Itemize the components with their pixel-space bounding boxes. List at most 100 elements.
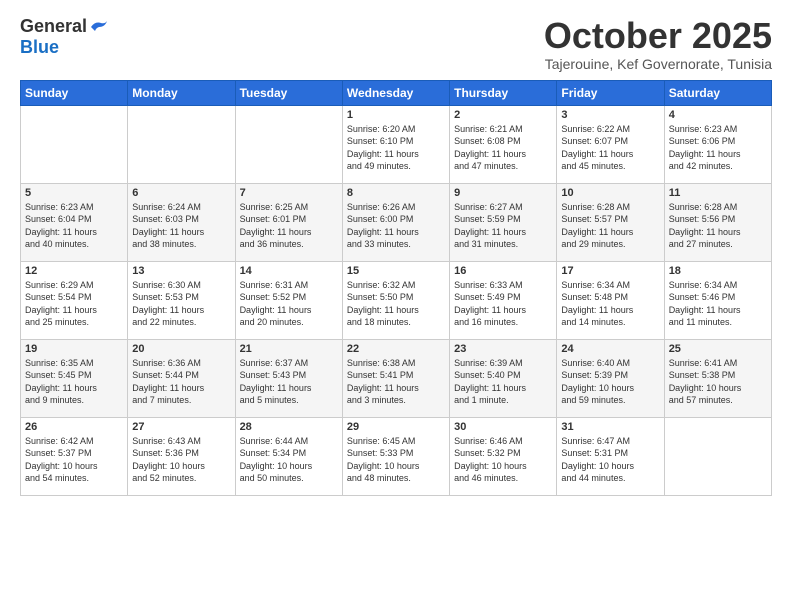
cell-text: Sunrise: 6:30 AM Sunset: 5:53 PM Dayligh… bbox=[132, 279, 230, 329]
day-number: 7 bbox=[240, 187, 338, 199]
cell-text: Sunrise: 6:41 AM Sunset: 5:38 PM Dayligh… bbox=[669, 357, 767, 407]
subtitle: Tajerouine, Kef Governorate, Tunisia bbox=[544, 56, 772, 72]
day-number: 17 bbox=[561, 265, 659, 277]
day-number: 23 bbox=[454, 343, 552, 355]
day-number: 19 bbox=[25, 343, 123, 355]
cell-text: Sunrise: 6:24 AM Sunset: 6:03 PM Dayligh… bbox=[132, 201, 230, 251]
cell-text: Sunrise: 6:40 AM Sunset: 5:39 PM Dayligh… bbox=[561, 357, 659, 407]
table-row: 13 Sunrise: 6:30 AM Sunset: 5:53 PM Dayli… bbox=[128, 261, 235, 339]
day-number: 3 bbox=[561, 109, 659, 121]
logo-bird-icon bbox=[89, 19, 109, 35]
table-row: 2 Sunrise: 6:21 AM Sunset: 6:08 PM Daylig… bbox=[450, 105, 557, 183]
day-number: 21 bbox=[240, 343, 338, 355]
day-number: 26 bbox=[25, 421, 123, 433]
cell-text: Sunrise: 6:34 AM Sunset: 5:46 PM Dayligh… bbox=[669, 279, 767, 329]
logo: General Blue bbox=[20, 16, 109, 58]
cell-text: Sunrise: 6:31 AM Sunset: 5:52 PM Dayligh… bbox=[240, 279, 338, 329]
day-number: 27 bbox=[132, 421, 230, 433]
table-row: 14Sunrise: 6:31 AM Sunset: 5:52 PM Dayli… bbox=[235, 261, 342, 339]
day-number: 18 bbox=[669, 265, 767, 277]
cell-text: Sunrise: 6:34 AM Sunset: 5:48 PM Dayligh… bbox=[561, 279, 659, 329]
table-row: 30 Sunrise: 6:46 AM Sunset: 5:32 PM Dayli… bbox=[450, 417, 557, 495]
cell-text: Sunrise: 6:28 AM Sunset: 5:57 PM Dayligh… bbox=[561, 201, 659, 251]
day-number: 29 bbox=[347, 421, 445, 433]
table-row: 15 Sunrise: 6:32 AM Sunset: 5:50 PM Dayli… bbox=[342, 261, 449, 339]
day-number: 30 bbox=[454, 421, 552, 433]
day-number: 20 bbox=[132, 343, 230, 355]
month-title: October 2025 bbox=[544, 16, 772, 56]
table-row bbox=[664, 417, 771, 495]
day-number: 28 bbox=[240, 421, 338, 433]
cell-text: Sunrise: 6:37 AM Sunset: 5:43 PM Dayligh… bbox=[240, 357, 338, 407]
header: General Blue October 2025 Tajerouine, Ke… bbox=[20, 16, 772, 72]
cell-text: Sunrise: 6:38 AM Sunset: 5:41 PM Dayligh… bbox=[347, 357, 445, 407]
table-row: 12 Sunrise: 6:29 AM Sunset: 5:54 PM Dayli… bbox=[21, 261, 128, 339]
cell-text: Sunrise: 6:22 AM Sunset: 6:07 PM Dayligh… bbox=[561, 123, 659, 173]
table-row: 3 Sunrise: 6:22 AM Sunset: 6:07 PM Daylig… bbox=[557, 105, 664, 183]
day-number: 1 bbox=[347, 109, 445, 121]
table-row: 26Sunrise: 6:42 AM Sunset: 5:37 PM Dayli… bbox=[21, 417, 128, 495]
day-number: 4 bbox=[669, 109, 767, 121]
col-thursday: Thursday bbox=[450, 80, 557, 105]
cell-text: Sunrise: 6:20 AM Sunset: 6:10 PM Dayligh… bbox=[347, 123, 445, 173]
table-row: 4Sunrise: 6:23 AM Sunset: 6:06 PM Daylig… bbox=[664, 105, 771, 183]
table-row: 5Sunrise: 6:23 AM Sunset: 6:04 PM Daylig… bbox=[21, 183, 128, 261]
table-row: 11Sunrise: 6:28 AM Sunset: 5:56 PM Dayli… bbox=[664, 183, 771, 261]
cell-text: Sunrise: 6:47 AM Sunset: 5:31 PM Dayligh… bbox=[561, 435, 659, 485]
day-number: 15 bbox=[347, 265, 445, 277]
col-tuesday: Tuesday bbox=[235, 80, 342, 105]
logo-general-text: General bbox=[20, 16, 87, 37]
col-saturday: Saturday bbox=[664, 80, 771, 105]
calendar-week-row: 1 Sunrise: 6:20 AM Sunset: 6:10 PM Daylig… bbox=[21, 105, 772, 183]
table-row bbox=[128, 105, 235, 183]
calendar-header-row: Sunday Monday Tuesday Wednesday Thursday… bbox=[21, 80, 772, 105]
col-friday: Friday bbox=[557, 80, 664, 105]
table-row bbox=[21, 105, 128, 183]
table-row: 29 Sunrise: 6:45 AM Sunset: 5:33 PM Dayli… bbox=[342, 417, 449, 495]
day-number: 5 bbox=[25, 187, 123, 199]
table-row: 8Sunrise: 6:26 AM Sunset: 6:00 PM Daylig… bbox=[342, 183, 449, 261]
calendar-week-row: 19Sunrise: 6:35 AM Sunset: 5:45 PM Dayli… bbox=[21, 339, 772, 417]
day-number: 12 bbox=[25, 265, 123, 277]
table-row: 18 Sunrise: 6:34 AM Sunset: 5:46 PM Dayli… bbox=[664, 261, 771, 339]
table-row: 9 Sunrise: 6:27 AM Sunset: 5:59 PM Daylig… bbox=[450, 183, 557, 261]
table-row: 16Sunrise: 6:33 AM Sunset: 5:49 PM Dayli… bbox=[450, 261, 557, 339]
table-row: 28 Sunrise: 6:44 AM Sunset: 5:34 PM Dayli… bbox=[235, 417, 342, 495]
cell-text: Sunrise: 6:29 AM Sunset: 5:54 PM Dayligh… bbox=[25, 279, 123, 329]
cell-text: Sunrise: 6:32 AM Sunset: 5:50 PM Dayligh… bbox=[347, 279, 445, 329]
day-number: 22 bbox=[347, 343, 445, 355]
table-row: 21 Sunrise: 6:37 AM Sunset: 5:43 PM Dayli… bbox=[235, 339, 342, 417]
cell-text: Sunrise: 6:25 AM Sunset: 6:01 PM Dayligh… bbox=[240, 201, 338, 251]
page: General Blue October 2025 Tajerouine, Ke… bbox=[0, 0, 792, 612]
day-number: 2 bbox=[454, 109, 552, 121]
cell-text: Sunrise: 6:44 AM Sunset: 5:34 PM Dayligh… bbox=[240, 435, 338, 485]
col-sunday: Sunday bbox=[21, 80, 128, 105]
day-number: 9 bbox=[454, 187, 552, 199]
cell-text: Sunrise: 6:27 AM Sunset: 5:59 PM Dayligh… bbox=[454, 201, 552, 251]
day-number: 16 bbox=[454, 265, 552, 277]
cell-text: Sunrise: 6:43 AM Sunset: 5:36 PM Dayligh… bbox=[132, 435, 230, 485]
table-row: 17 Sunrise: 6:34 AM Sunset: 5:48 PM Dayli… bbox=[557, 261, 664, 339]
calendar-table: Sunday Monday Tuesday Wednesday Thursday… bbox=[20, 80, 772, 496]
day-number: 10 bbox=[561, 187, 659, 199]
table-row: 22 Sunrise: 6:38 AM Sunset: 5:41 PM Dayli… bbox=[342, 339, 449, 417]
table-row: 1 Sunrise: 6:20 AM Sunset: 6:10 PM Daylig… bbox=[342, 105, 449, 183]
cell-text: Sunrise: 6:21 AM Sunset: 6:08 PM Dayligh… bbox=[454, 123, 552, 173]
day-number: 31 bbox=[561, 421, 659, 433]
day-number: 24 bbox=[561, 343, 659, 355]
day-number: 13 bbox=[132, 265, 230, 277]
cell-text: Sunrise: 6:45 AM Sunset: 5:33 PM Dayligh… bbox=[347, 435, 445, 485]
table-row: 19Sunrise: 6:35 AM Sunset: 5:45 PM Dayli… bbox=[21, 339, 128, 417]
calendar-week-row: 26Sunrise: 6:42 AM Sunset: 5:37 PM Dayli… bbox=[21, 417, 772, 495]
day-number: 11 bbox=[669, 187, 767, 199]
table-row: 24 Sunrise: 6:40 AM Sunset: 5:39 PM Dayli… bbox=[557, 339, 664, 417]
cell-text: Sunrise: 6:46 AM Sunset: 5:32 PM Dayligh… bbox=[454, 435, 552, 485]
table-row: 31 Sunrise: 6:47 AM Sunset: 5:31 PM Dayli… bbox=[557, 417, 664, 495]
calendar-week-row: 12 Sunrise: 6:29 AM Sunset: 5:54 PM Dayli… bbox=[21, 261, 772, 339]
title-area: October 2025 Tajerouine, Kef Governorate… bbox=[544, 16, 772, 72]
table-row: 6Sunrise: 6:24 AM Sunset: 6:03 PM Daylig… bbox=[128, 183, 235, 261]
cell-text: Sunrise: 6:26 AM Sunset: 6:00 PM Dayligh… bbox=[347, 201, 445, 251]
table-row: 10 Sunrise: 6:28 AM Sunset: 5:57 PM Dayli… bbox=[557, 183, 664, 261]
cell-text: Sunrise: 6:39 AM Sunset: 5:40 PM Dayligh… bbox=[454, 357, 552, 407]
table-row: 25Sunrise: 6:41 AM Sunset: 5:38 PM Dayli… bbox=[664, 339, 771, 417]
